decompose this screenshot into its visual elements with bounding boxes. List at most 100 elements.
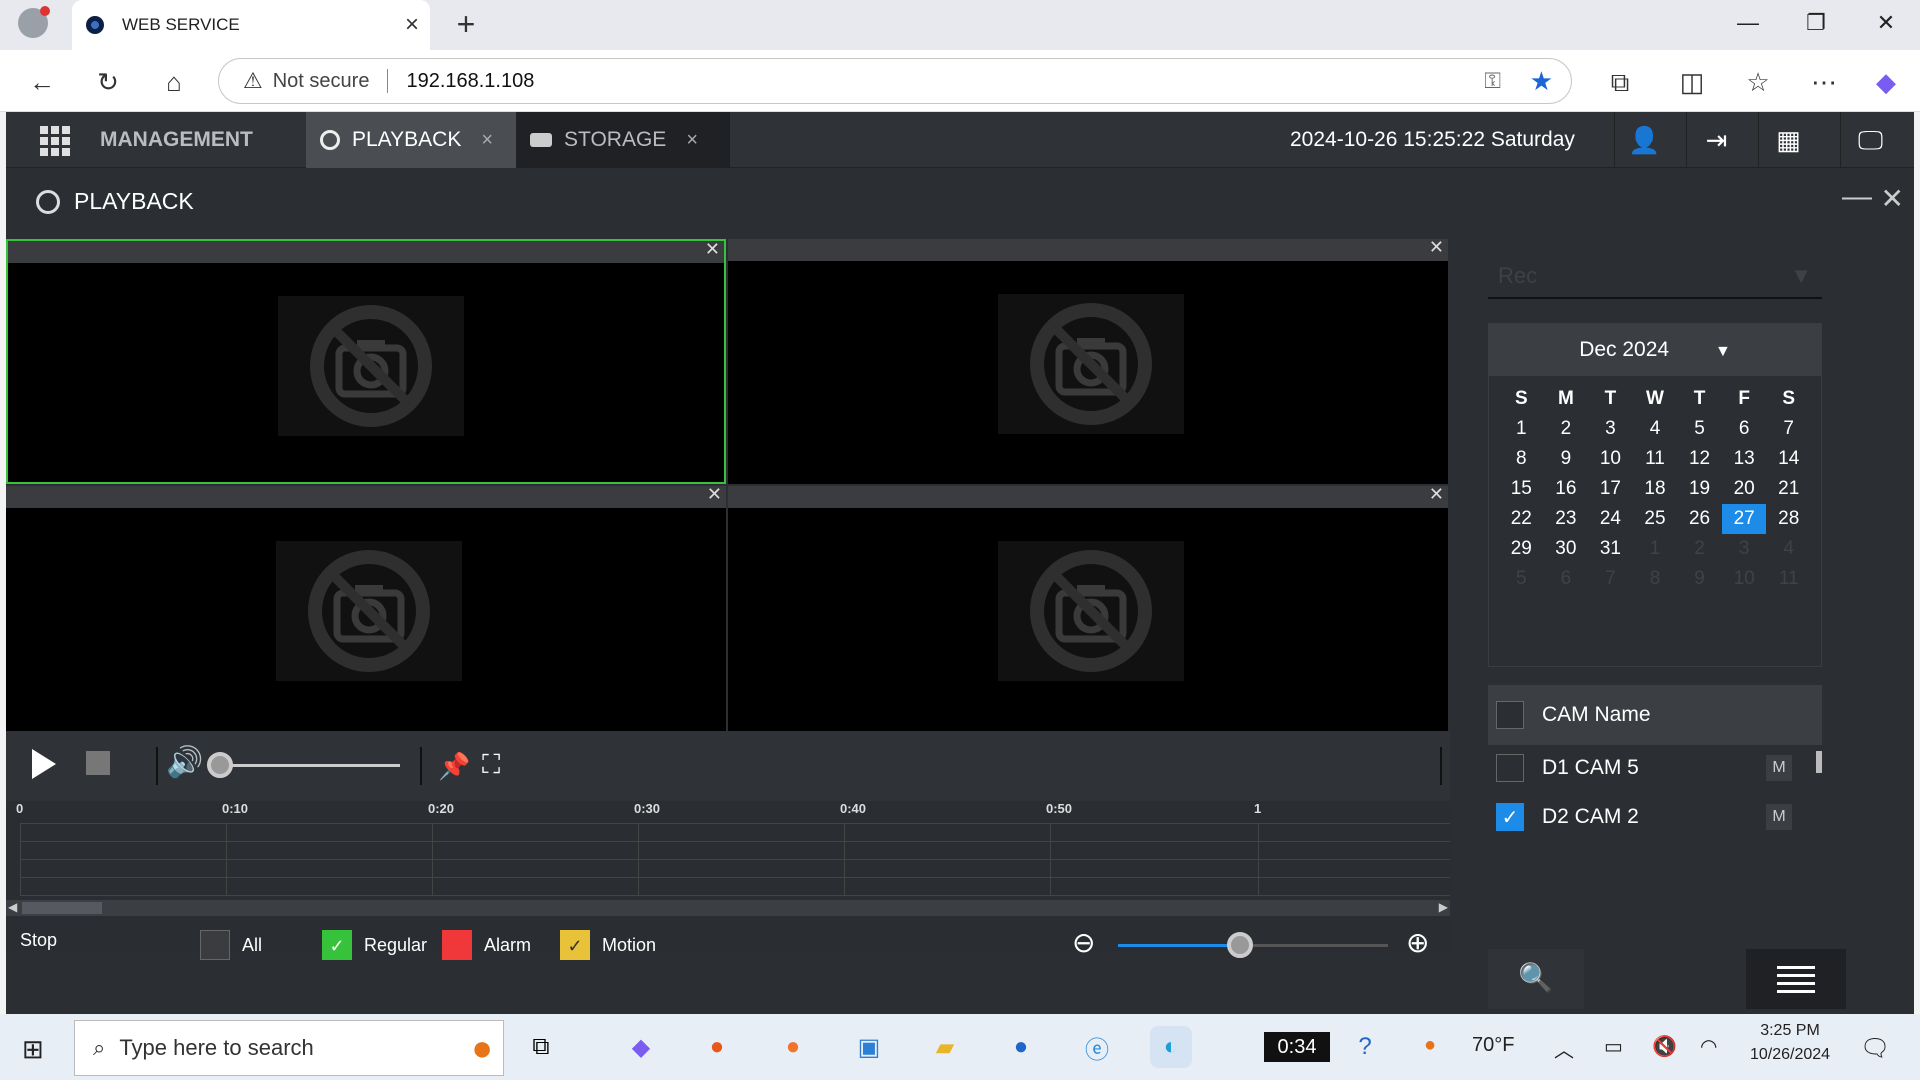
calendar-day[interactable]: 15: [1499, 474, 1544, 504]
calendar-day[interactable]: 8: [1633, 564, 1678, 594]
calendar-day[interactable]: 30: [1544, 534, 1589, 564]
back-icon[interactable]: ←: [22, 62, 62, 102]
copilot-icon[interactable]: ◆: [1866, 62, 1906, 102]
calendar-day[interactable]: 11: [1633, 444, 1678, 474]
camera-row[interactable]: D1 CAM 5 M: [1488, 745, 1822, 791]
calendar-day[interactable]: 5: [1677, 414, 1722, 444]
filter-all[interactable]: All: [200, 930, 262, 960]
scrollbar-thumb[interactable]: [22, 902, 102, 914]
zoom-slider[interactable]: [1118, 932, 1388, 958]
weather-temp[interactable]: 70°F: [1472, 1034, 1514, 1057]
video-window[interactable]: ✕: [728, 237, 1448, 484]
favorite-star-icon[interactable]: ★: [1530, 66, 1553, 97]
close-window-icon[interactable]: ✕: [1429, 484, 1444, 505]
tab-storage[interactable]: STORAGE ×: [516, 112, 730, 168]
calendar-day[interactable]: 21: [1766, 474, 1811, 504]
firefox-icon[interactable]: ●: [772, 1026, 814, 1068]
calendar-day[interactable]: 14: [1766, 444, 1811, 474]
calendar-day[interactable]: 11: [1766, 564, 1811, 594]
calendar-day[interactable]: 19: [1677, 474, 1722, 504]
record-type-select[interactable]: Rec ▼: [1488, 249, 1822, 299]
restore-button[interactable]: ❐: [1796, 10, 1836, 36]
calendar-day[interactable]: 8: [1499, 444, 1544, 474]
thunderbird-icon[interactable]: ●: [1000, 1026, 1042, 1068]
calendar-day[interactable]: 26: [1677, 504, 1722, 534]
calendar-day[interactable]: 1: [1633, 534, 1678, 564]
volume-muted-icon[interactable]: 🔇: [1652, 1034, 1677, 1059]
calendar-day[interactable]: 10: [1588, 444, 1633, 474]
copilot-app-icon[interactable]: ◆: [620, 1026, 662, 1068]
timer-widget[interactable]: 0:34: [1264, 1032, 1330, 1062]
calendar-day[interactable]: 3: [1588, 414, 1633, 444]
weather-icon[interactable]: ●: [1424, 1034, 1436, 1057]
video-window[interactable]: ✕: [728, 484, 1448, 731]
calendar-day[interactable]: 5: [1499, 564, 1544, 594]
battery-icon[interactable]: ▭: [1604, 1034, 1623, 1059]
close-window-button[interactable]: ✕: [1866, 10, 1906, 36]
pin-icon[interactable]: 📌: [438, 751, 470, 782]
calendar-day[interactable]: 3: [1722, 534, 1767, 564]
minimize-panel-icon[interactable]: —: [1842, 180, 1872, 214]
calendar-day[interactable]: 28: [1766, 504, 1811, 534]
notifications-icon[interactable]: 🗨: [1860, 1034, 1890, 1063]
filter-motion[interactable]: ✓ Motion: [560, 930, 656, 960]
filter-alarm[interactable]: Alarm: [442, 930, 531, 960]
internet-explorer-icon[interactable]: ⓔ: [1076, 1026, 1118, 1068]
zoom-in-icon[interactable]: ⊕: [1406, 926, 1429, 959]
camera-list-scrollbar[interactable]: [1816, 751, 1822, 773]
camera-row[interactable]: ✓ D2 CAM 2 M: [1488, 791, 1822, 843]
calendar-day[interactable]: 20: [1722, 474, 1767, 504]
calendar-day[interactable]: 1: [1499, 414, 1544, 444]
select-all-checkbox[interactable]: [1496, 701, 1524, 729]
calendar-day[interactable]: 2: [1677, 534, 1722, 564]
video-window[interactable]: ✕: [6, 484, 726, 731]
calendar-day[interactable]: 7: [1766, 414, 1811, 444]
tab-playback[interactable]: PLAYBACK ×: [306, 112, 516, 168]
camera-mode-tag[interactable]: M: [1766, 755, 1792, 781]
smart-search-button[interactable]: 🔍: [1488, 949, 1584, 1009]
zoom-out-icon[interactable]: ⊖: [1072, 926, 1095, 959]
apps-grid-icon[interactable]: [40, 126, 70, 156]
calendar-day[interactable]: 18: [1633, 474, 1678, 504]
calendar-day[interactable]: 22: [1499, 504, 1544, 534]
calendar-month-header[interactable]: Dec 2024 ▼: [1489, 324, 1821, 376]
camera-checkbox[interactable]: ✓: [1496, 803, 1524, 831]
calendar-day[interactable]: 9: [1544, 444, 1589, 474]
filter-regular[interactable]: ✓ Regular: [322, 930, 427, 960]
month-dropdown-icon[interactable]: ▼: [1715, 343, 1731, 360]
duckduckgo-icon[interactable]: ●: [696, 1026, 738, 1068]
calendar-day[interactable]: 4: [1633, 414, 1678, 444]
calendar-day[interactable]: 4: [1766, 534, 1811, 564]
help-icon[interactable]: ?: [1344, 1026, 1386, 1068]
logout-icon[interactable]: ⇥: [1686, 112, 1746, 168]
video-window[interactable]: ✕: [6, 239, 726, 484]
calendar-day[interactable]: 6: [1544, 564, 1589, 594]
calendar-day[interactable]: 27: [1721, 504, 1767, 534]
tab-close-icon[interactable]: ×: [394, 11, 430, 39]
taskbar-search[interactable]: ⌕ Type here to search ●: [74, 1020, 504, 1076]
screen-icon[interactable]: 🖵: [1840, 112, 1900, 168]
zoom-slider-knob[interactable]: [1226, 932, 1253, 958]
tab-close-icon[interactable]: ×: [686, 129, 698, 152]
start-icon[interactable]: ⊞: [22, 1034, 44, 1065]
wifi-icon[interactable]: ◠: [1700, 1034, 1717, 1059]
close-window-icon[interactable]: ✕: [707, 484, 722, 505]
tab-close-icon[interactable]: ×: [481, 129, 493, 152]
user-icon[interactable]: 👤: [1614, 112, 1674, 168]
camera-mode-tag[interactable]: M: [1766, 804, 1792, 830]
calendar-day[interactable]: 10: [1722, 564, 1767, 594]
calendar-day[interactable]: 16: [1544, 474, 1589, 504]
key-icon[interactable]: ⚿: [1484, 68, 1501, 94]
list-view-button[interactable]: [1746, 949, 1846, 1009]
tray-chevron-icon[interactable]: ︿: [1554, 1034, 1574, 1063]
address-bar[interactable]: ⚠ Not secure 192.168.1.108 ⚿ ★: [218, 58, 1572, 104]
edge-icon[interactable]: ◐: [1150, 1026, 1192, 1068]
calendar-day[interactable]: 6: [1722, 414, 1767, 444]
calendar-day[interactable]: 7: [1588, 564, 1633, 594]
extensions-icon[interactable]: ⧉: [1600, 62, 1640, 102]
clock[interactable]: 3:25 PM 10/26/2024: [1740, 1022, 1840, 1064]
volume-slider[interactable]: [207, 752, 400, 778]
calendar-day[interactable]: 25: [1633, 504, 1678, 534]
new-tab-button[interactable]: +: [448, 6, 484, 42]
calendar-day[interactable]: 31: [1588, 534, 1633, 564]
